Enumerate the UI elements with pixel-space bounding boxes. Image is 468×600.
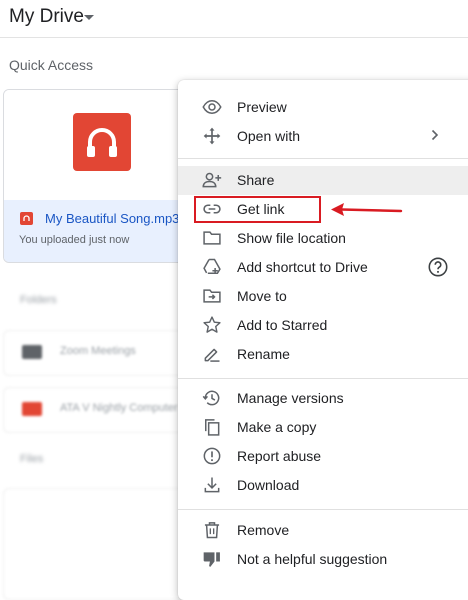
folder-row[interactable]: ATA V Nightly Computer [3, 387, 195, 433]
file-info: My Beautiful Song.mp3 You uploaded just … [4, 200, 194, 262]
menu-item-label: Preview [237, 99, 287, 115]
alert-icon [202, 446, 222, 466]
menu-item-show-file-location[interactable]: Show file location [178, 224, 468, 253]
copy-icon [202, 417, 222, 437]
menu-item-label: Remove [237, 522, 290, 538]
menu-item-open-with[interactable]: Open with [178, 122, 468, 151]
headphones-icon [73, 113, 131, 171]
menu-item-download[interactable]: Download [178, 471, 468, 500]
folder-icon [22, 345, 42, 359]
chevron-right-icon [430, 128, 440, 142]
menu-item-label: Not a helpful suggestion [237, 551, 388, 567]
menu-item-label: Move to [237, 288, 287, 304]
menu-item-share[interactable]: Share [178, 166, 468, 195]
caret-down-icon[interactable] [84, 15, 94, 20]
menu-item-label: Rename [237, 346, 290, 362]
menu-item-label: Add to Starred [237, 317, 328, 333]
menu-item-label: Open with [237, 128, 301, 144]
download-icon [202, 475, 222, 495]
menu-item-label: Add shortcut to Drive [237, 259, 368, 275]
drive-shortcut-icon [202, 257, 222, 277]
menu-divider [178, 378, 468, 379]
menu-item-report-abuse[interactable]: Report abuse [178, 442, 468, 471]
menu-item-label: Make a copy [237, 419, 317, 435]
quick-access-file-card[interactable]: My Beautiful Song.mp3 You uploaded just … [3, 89, 195, 263]
star-icon [202, 315, 222, 335]
trash-icon [202, 520, 222, 540]
thumbs-down-icon [202, 549, 222, 569]
move-folder-icon [202, 286, 222, 306]
menu-item-move-to[interactable]: Move to [178, 282, 468, 311]
file-subtitle: You uploaded just now [19, 234, 130, 246]
files-label: Files [20, 453, 44, 465]
menu-item-label: Share [237, 172, 275, 188]
menu-divider [178, 509, 468, 510]
menu-item-add-to-starred[interactable]: Add to Starred [178, 311, 468, 340]
page-title[interactable]: My Drive [9, 6, 84, 28]
get-link-highlight [194, 196, 321, 223]
menu-item-make-copy[interactable]: Make a copy [178, 413, 468, 442]
eye-icon [202, 97, 222, 117]
person-add-icon [202, 170, 222, 190]
menu-item-manage-versions[interactable]: Manage versions [178, 384, 468, 413]
menu-item-rename[interactable]: Rename [178, 340, 468, 369]
top-bar: My Drive [0, 0, 468, 38]
menu-item-label: Report abuse [237, 448, 322, 464]
move-arrows-icon [202, 126, 222, 146]
menu-item-preview[interactable]: Preview [178, 93, 468, 122]
file-card[interactable] [3, 488, 195, 600]
file-thumbnail [4, 90, 194, 200]
menu-item-not-helpful[interactable]: Not a helpful suggestion [178, 545, 468, 574]
annotation-arrow [331, 203, 403, 216]
menu-divider [178, 158, 468, 159]
folder-icon [202, 228, 222, 248]
audio-file-icon [20, 212, 33, 225]
history-icon [202, 388, 222, 408]
context-menu: Preview Open with Share Get link Show fi… [178, 80, 468, 600]
help-icon[interactable] [427, 256, 449, 278]
pencil-icon [202, 344, 222, 364]
folder-name: ATA V Nightly Computer [60, 402, 178, 414]
menu-item-label: Download [237, 477, 300, 493]
folders-label: Folders [20, 294, 57, 306]
file-name[interactable]: My Beautiful Song.mp3 [45, 211, 179, 226]
menu-item-remove[interactable]: Remove [178, 516, 468, 545]
folder-icon [22, 402, 42, 416]
menu-item-label: Manage versions [237, 390, 344, 406]
menu-item-add-shortcut[interactable]: Add shortcut to Drive [178, 253, 468, 282]
menu-item-label: Show file location [237, 230, 346, 246]
quick-access-label: Quick Access [9, 57, 94, 73]
folder-name: Zoom Meetings [60, 345, 136, 357]
folder-row[interactable]: Zoom Meetings [3, 330, 195, 376]
